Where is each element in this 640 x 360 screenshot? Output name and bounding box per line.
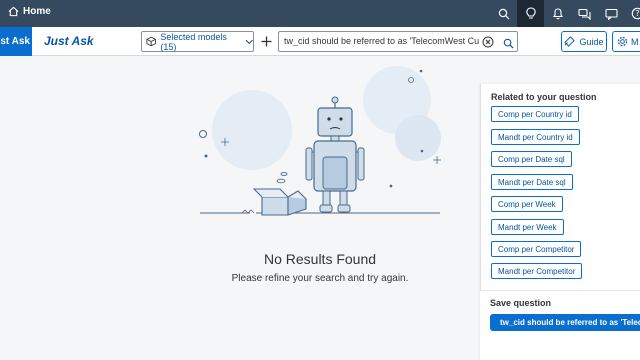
- no-results-subtitle: Please refine your search and try again.: [160, 273, 480, 284]
- lightbulb-icon[interactable]: [517, 0, 544, 27]
- add-button[interactable]: [257, 31, 275, 52]
- question-search-input[interactable]: tw_cid should be referred to as 'Telecom…: [284, 36, 479, 46]
- sub-header: Just Ask Just Ask Selected models (15) t…: [0, 27, 640, 56]
- search-submit-icon[interactable]: [503, 36, 514, 54]
- save-question-label: tw_cid should be referred to as 'Telecom…: [500, 318, 640, 327]
- guide-button[interactable]: Guide: [561, 31, 607, 52]
- help-icon[interactable]: ?: [624, 0, 640, 27]
- bell-icon[interactable]: [544, 0, 571, 27]
- no-results-subtitle-text: Please refine your search and try again.: [231, 273, 409, 284]
- models-label: Selected models (15): [160, 31, 227, 52]
- cube-icon: [146, 36, 156, 47]
- shell-bar: Home ?: [0, 0, 640, 27]
- guide-icon: [564, 36, 576, 47]
- related-chip[interactable]: Comp per Competitor: [491, 241, 582, 257]
- save-question-heading: Save question: [490, 298, 552, 308]
- no-results-illustration: [199, 66, 441, 216]
- related-chip[interactable]: Mandt per Country id: [491, 129, 580, 145]
- related-heading: Related to your question: [491, 92, 597, 102]
- no-results-title: No Results Found: [160, 251, 480, 267]
- related-chip[interactable]: Comp per Country id: [491, 106, 579, 122]
- home-label: Home: [23, 6, 51, 17]
- no-results-title-text: No Results Found: [263, 251, 377, 267]
- search-icon[interactable]: [490, 0, 517, 27]
- related-chip[interactable]: Mandt per Date sql: [491, 174, 573, 190]
- home-icon: [8, 6, 19, 17]
- clear-icon[interactable]: [482, 35, 494, 53]
- models-select[interactable]: Selected models (15): [141, 31, 254, 52]
- related-chip[interactable]: Mandt per Competitor: [491, 263, 583, 279]
- gear-icon: [617, 36, 628, 47]
- settings-button[interactable]: M: [612, 31, 640, 52]
- page-title: Just Ask: [44, 34, 94, 48]
- related-chip[interactable]: Comp per Week: [491, 196, 563, 212]
- guide-label: Guide: [579, 36, 604, 47]
- related-chip[interactable]: Mandt per Week: [491, 219, 564, 235]
- question-search-field[interactable]: tw_cid should be referred to as 'Telecom…: [278, 31, 518, 52]
- feedback-icon[interactable]: [598, 0, 625, 27]
- save-question-section: Save question tw_cid should be referred …: [480, 290, 640, 360]
- related-chip[interactable]: Comp per Date sql: [491, 151, 572, 167]
- svg-text:?: ?: [635, 9, 639, 18]
- chevron-down-icon: [245, 39, 253, 44]
- home-button[interactable]: Home: [8, 6, 51, 17]
- settings-label: M: [631, 36, 639, 47]
- chat-icon[interactable]: [571, 0, 598, 27]
- app-tab-just-ask[interactable]: Just Ask: [0, 27, 32, 56]
- plus-icon: [261, 36, 271, 47]
- save-question-button[interactable]: tw_cid should be referred to as 'Telecom…: [490, 314, 640, 331]
